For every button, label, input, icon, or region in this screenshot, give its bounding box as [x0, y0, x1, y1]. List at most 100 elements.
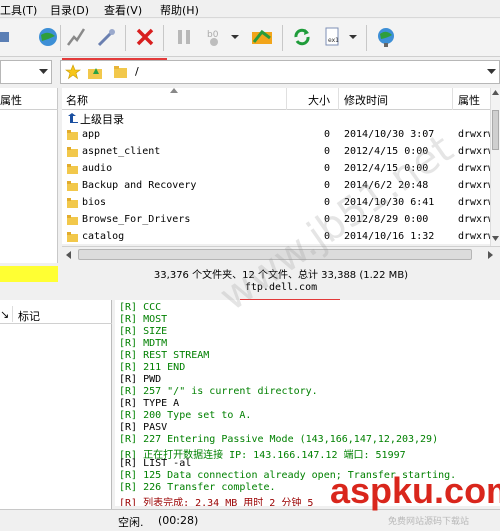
up-arrow-icon [68, 113, 78, 123]
transfer-icon: b0 [207, 30, 219, 46]
log-line: [R] PASV [119, 422, 168, 433]
chevron-down-icon [39, 69, 48, 74]
file-size: 0 [324, 129, 331, 140]
file-size: 0 [324, 163, 331, 174]
log-line: [R] MDTM [119, 338, 168, 349]
transfer-button[interactable]: b0 [200, 23, 228, 51]
site-logo-subtitle: 免费网站源码下载站 [388, 517, 470, 527]
queue-dropdown[interactable] [346, 23, 360, 51]
menu-bar: 工具(T) 目录(D) 查看(V) 帮助(H) [0, 0, 500, 18]
chevron-down-icon [349, 35, 357, 39]
menu-view[interactable]: 查看(V) [104, 2, 142, 18]
status-idle: 空闲. [118, 516, 144, 529]
col-attributes[interactable]: 属性 [458, 92, 480, 108]
file-name: Browse_For_Drivers [82, 214, 191, 225]
plug-icon [97, 29, 115, 47]
file-perm: drwxrwxr [458, 197, 490, 208]
disconnect-button[interactable] [92, 23, 120, 51]
toolbar: b0 ex1 [0, 19, 500, 57]
partial-button[interactable] [0, 23, 18, 51]
file-perm: drwxrwxr [458, 231, 490, 242]
site-logo: aspku.com [330, 470, 500, 511]
log-line: [R] 列表完成: 2.34 MB 用时 2 分钟 5 [119, 498, 314, 506]
file-name: app [82, 129, 101, 140]
connect-button[interactable] [62, 23, 90, 51]
file-perm: drwxrwxr [458, 146, 490, 157]
scroll-up-icon [492, 90, 499, 95]
menu-directory[interactable]: 目录(D) [50, 2, 89, 18]
sync-browse-button[interactable] [248, 23, 276, 51]
log-line: [R] CCC [119, 302, 162, 313]
site-manager-button[interactable] [34, 23, 62, 51]
queue-header: ↘ 标记 [0, 304, 112, 324]
file-size: 0 [324, 180, 331, 191]
local-col-attributes[interactable]: 属性 [0, 92, 22, 108]
log-line: [R] MOST [119, 314, 168, 325]
local-status-highlight [0, 266, 58, 282]
file-perm: drwxrwxr [458, 180, 490, 191]
local-file-list[interactable]: 属性 [0, 88, 58, 263]
queue-col-arrow[interactable]: ↘ [0, 308, 9, 321]
remote-vertical-scrollbar[interactable] [490, 88, 500, 246]
transfer-dropdown[interactable] [228, 23, 242, 51]
local-path-combo[interactable] [0, 60, 52, 84]
file-name: aspnet_client [82, 146, 161, 157]
pause-icon [178, 30, 190, 44]
scroll-down-icon [492, 236, 499, 241]
parent-dir-label: 上级目录 [80, 113, 124, 126]
col-size[interactable]: 大小 [308, 92, 330, 108]
queue-col-mark[interactable]: 标记 [18, 308, 40, 324]
folder-icon [67, 164, 78, 174]
queue-file-button[interactable]: ex1 [318, 23, 346, 51]
log-line: [R] 211 END [119, 362, 186, 373]
log-line: [R] PWD [119, 374, 162, 385]
log-line: [R] 257 "/" is current directory. [119, 386, 318, 397]
file-name: catalog [82, 231, 125, 242]
chevron-down-icon [231, 35, 239, 39]
file-perm: drwxrwxr [458, 163, 490, 174]
partial-icon [0, 32, 9, 42]
svg-text:ex1: ex1 [328, 37, 339, 44]
star-icon [65, 64, 81, 80]
table-row[interactable]: bios 0 2014/10/30 6:41 drwxrwxr [62, 195, 490, 212]
vertical-scroll-thumb[interactable] [492, 110, 499, 150]
sync-browse-icon [252, 29, 272, 44]
sort-arrow-icon [170, 88, 178, 93]
connect-icon [67, 28, 86, 46]
local-list-header: 属性 [0, 88, 58, 110]
col-name[interactable]: 名称 [66, 92, 88, 108]
log-line: [R] TYPE A [119, 398, 180, 409]
folder-up-icon [88, 68, 102, 79]
col-mtime[interactable]: 修改时间 [344, 92, 388, 108]
file-size: 0 [324, 146, 331, 157]
menu-tools[interactable]: 工具(T) [0, 2, 37, 18]
folder-icon [67, 215, 78, 225]
scroll-left-icon [66, 251, 71, 259]
scroll-right-icon [488, 251, 493, 259]
pause-button[interactable] [170, 23, 198, 51]
log-line: [R] LIST -al [119, 458, 192, 469]
folder-icon [67, 232, 78, 242]
menu-help[interactable]: 帮助(H) [160, 2, 199, 18]
folder-icon [67, 198, 78, 208]
network-button[interactable] [372, 23, 400, 51]
log-line: [R] SIZE [119, 326, 168, 337]
close-icon [136, 28, 154, 46]
log-line: [R] 226 Transfer complete. [119, 482, 276, 493]
file-name: audio [82, 163, 113, 174]
parent-dir-row[interactable]: 上级目录 [62, 110, 490, 127]
stop-button[interactable] [131, 23, 159, 51]
queue-panel[interactable]: ↘ 标记 [0, 300, 112, 510]
log-line: [R] 正在打开数据连接 IP: 143.166.147.12 端口: 5199… [119, 450, 406, 461]
table-row[interactable]: Browse_For_Drivers 0 2012/8/29 0:00 drwx… [62, 212, 490, 229]
remote-path-combo[interactable]: / [60, 60, 500, 84]
folder-icon [67, 130, 78, 140]
document-icon: ex1 [325, 27, 339, 46]
folder-icon [67, 147, 78, 157]
file-perm: drwxrwxr [458, 214, 490, 225]
log-line: [R] REST STREAM [119, 350, 210, 361]
refresh-button[interactable] [288, 23, 316, 51]
file-perm: drwxrwxr [458, 129, 490, 140]
refresh-icon [294, 28, 310, 46]
folder-icon [67, 181, 78, 191]
